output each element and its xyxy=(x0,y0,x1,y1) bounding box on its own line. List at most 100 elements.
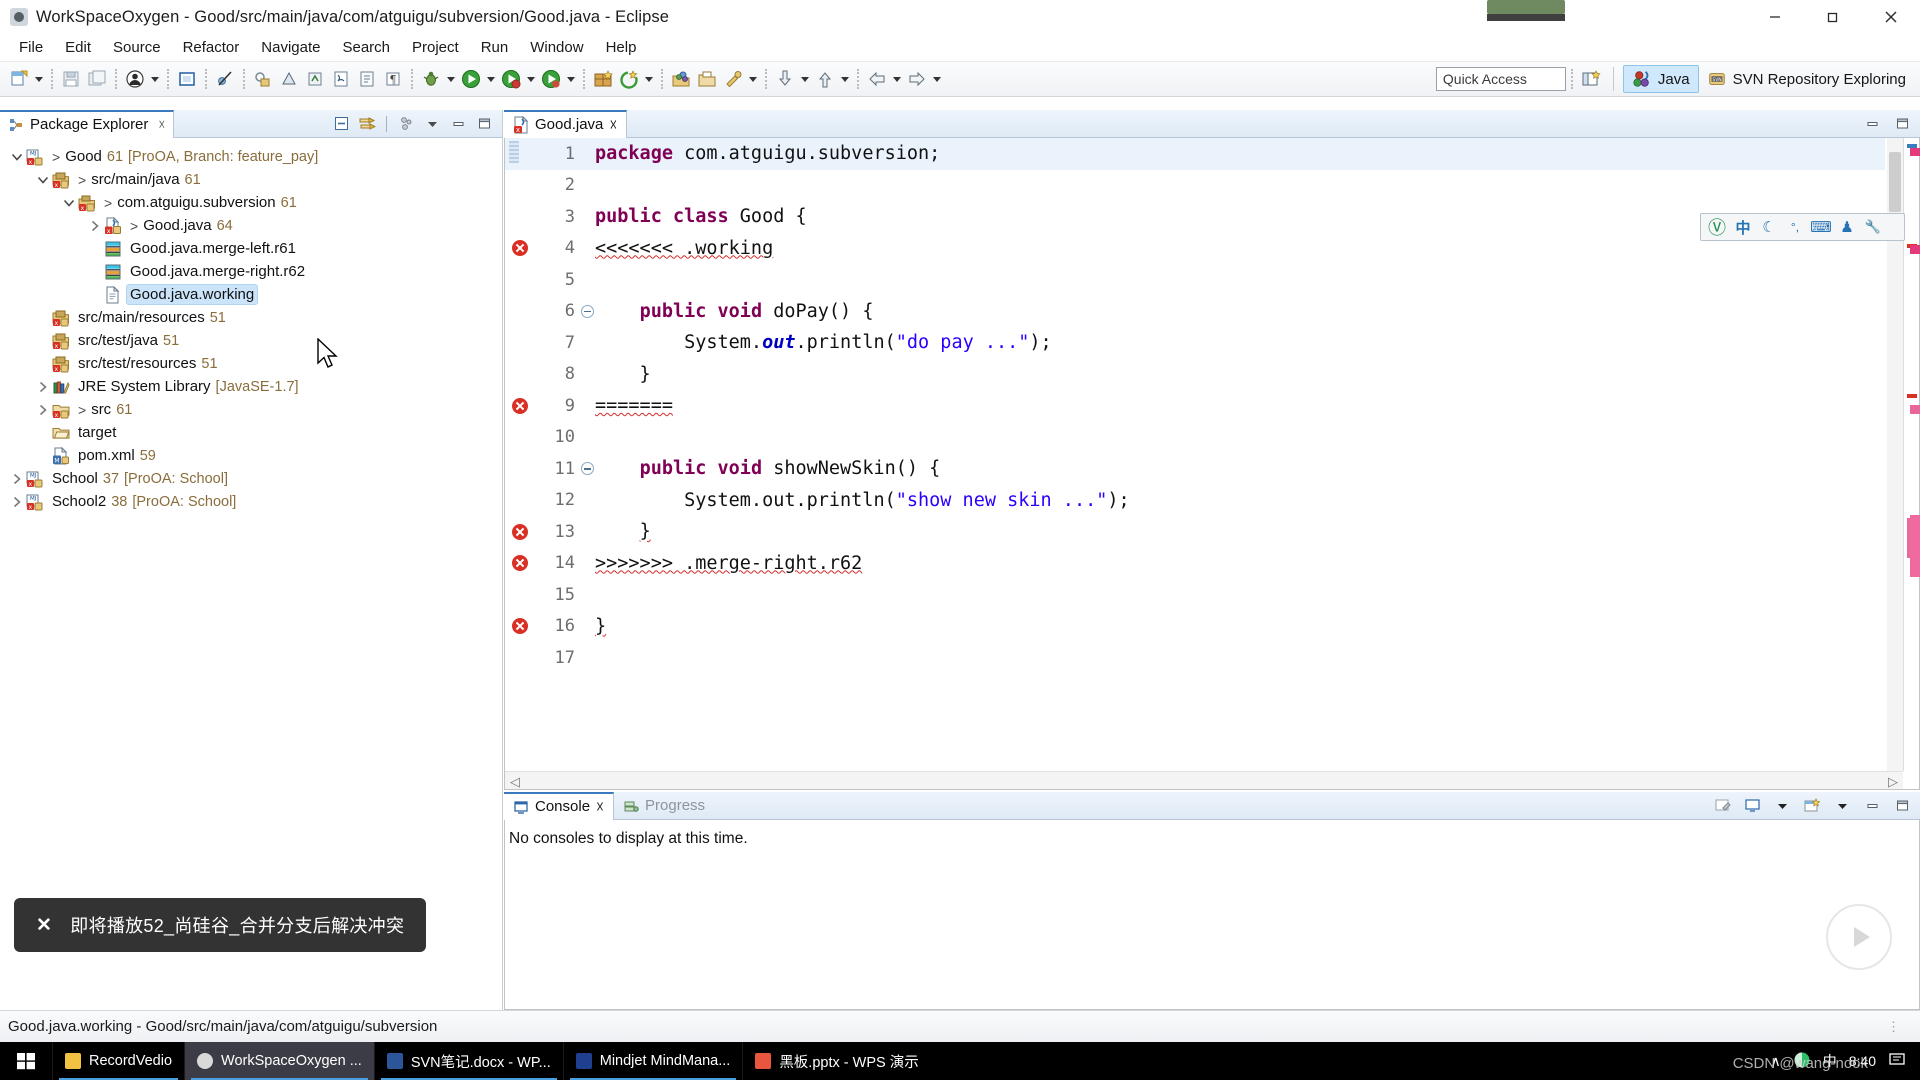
chevron-right-icon[interactable] xyxy=(36,403,50,417)
perspective-svn-repository-exploring[interactable]: SVN SVN Repository Exploring xyxy=(1699,66,1914,92)
chevron-right-icon[interactable] xyxy=(88,219,102,233)
overview-ruler[interactable] xyxy=(1903,138,1919,771)
chevron-down-icon[interactable] xyxy=(10,150,24,164)
tree-item[interactable]: M J x > Good 61 [ProOA, Branch: feature_pay… xyxy=(0,145,502,168)
taskbar-item-workspaceoxygen[interactable]: WorkSpaceOxygen ... xyxy=(184,1042,374,1080)
minimize-icon[interactable] xyxy=(448,114,468,134)
chevron-down-icon[interactable] xyxy=(1772,796,1792,816)
tree-item[interactable]: target xyxy=(0,421,502,444)
code-line[interactable] xyxy=(595,642,1885,674)
chinese-mode-icon[interactable]: 中 xyxy=(1732,216,1754,238)
code-line[interactable]: public void doPay() { xyxy=(595,296,1885,328)
maximize-button[interactable] xyxy=(1804,0,1862,34)
console-body[interactable]: No consoles to display at this time. xyxy=(504,820,1920,1010)
user-icon[interactable]: ♟ xyxy=(1836,216,1858,238)
open-resource-icon[interactable] xyxy=(694,66,720,92)
code-line[interactable] xyxy=(595,170,1885,202)
editor-horizontal-scrollbar[interactable]: ◁ ▷ xyxy=(505,771,1903,789)
tree-item[interactable]: Good.java.working xyxy=(0,283,502,306)
external-tools-dropdown-icon[interactable] xyxy=(564,66,578,92)
mark-occurrences-icon[interactable] xyxy=(174,66,200,92)
tree-item[interactable]: Good.java.merge-left.r61 xyxy=(0,237,502,260)
code-line[interactable]: ======= xyxy=(595,390,1885,422)
menu-source[interactable]: Source xyxy=(102,36,172,59)
project-tree[interactable]: M J x > Good 61 [ProOA, Branch: feature_pay… xyxy=(0,138,502,513)
previous-annotation-dropdown-icon[interactable] xyxy=(838,66,852,92)
scrollbar-thumb[interactable] xyxy=(1889,152,1901,212)
settings-wrench-icon[interactable]: 🔧 xyxy=(1862,216,1884,238)
debug-dropdown-icon[interactable] xyxy=(444,66,458,92)
menu-project[interactable]: Project xyxy=(401,36,470,59)
tab-progress[interactable]: Progress xyxy=(614,792,714,820)
code-line[interactable]: public void showNewSkin() { xyxy=(595,453,1885,485)
open-type-icon[interactable] xyxy=(668,66,694,92)
menu-run[interactable]: Run xyxy=(470,36,520,59)
minimize-button[interactable] xyxy=(1746,0,1804,34)
coverage-dropdown-icon[interactable] xyxy=(524,66,538,92)
package-icon[interactable] xyxy=(250,66,276,92)
maximize-icon[interactable] xyxy=(474,114,494,134)
external-tools-icon[interactable] xyxy=(538,66,564,92)
chevron-down-icon[interactable] xyxy=(36,173,50,187)
search-dropdown-icon[interactable] xyxy=(746,66,760,92)
class-icon[interactable] xyxy=(276,66,302,92)
taskbar-item-mindjet-mindmanager[interactable]: Mindjet MindMana... xyxy=(562,1042,743,1080)
taskbar-item-recordvedio[interactable]: RecordVedio xyxy=(52,1042,184,1080)
code-line[interactable]: } xyxy=(595,611,1885,643)
close-icon[interactable]: ☓ xyxy=(596,798,604,816)
menu-window[interactable]: Window xyxy=(519,36,594,59)
tree-item[interactable]: M pom.xml 59 xyxy=(0,444,502,467)
collapse-all-icon[interactable] xyxy=(331,114,351,134)
tab-good-java[interactable]: x Good.java ☓ xyxy=(504,109,628,138)
fold-toggle[interactable] xyxy=(579,453,595,485)
menu-navigate[interactable]: Navigate xyxy=(250,36,331,59)
code-line[interactable] xyxy=(595,264,1885,296)
chevron-down-icon[interactable] xyxy=(62,196,76,210)
error-marker[interactable] xyxy=(505,233,535,265)
code-line[interactable]: public class Good { xyxy=(595,201,1885,233)
tree-item[interactable]: x src/test/java 51 xyxy=(0,329,502,352)
folding-ruler[interactable] xyxy=(579,138,595,771)
ime-indicator-label[interactable]: 中 xyxy=(1823,1051,1837,1071)
soft-keyboard-icon[interactable]: ⌨ xyxy=(1810,216,1832,238)
perspective-java[interactable]: Java xyxy=(1622,65,1699,93)
minimize-icon[interactable] xyxy=(1862,796,1882,816)
coverage-icon[interactable] xyxy=(498,66,524,92)
next-annotation-dropdown-icon[interactable] xyxy=(798,66,812,92)
chevron-right-icon[interactable] xyxy=(10,495,24,509)
tree-item[interactable]: M J x School2 38 [ProOA: School] xyxy=(0,490,502,513)
code-line[interactable]: System.out.println("show new skin ..."); xyxy=(595,485,1885,517)
tree-item[interactable]: x > com.atguigu.subversion 61 xyxy=(0,191,502,214)
code-line[interactable] xyxy=(595,579,1885,611)
open-perspective-icon[interactable] xyxy=(1578,66,1604,92)
notification-icon[interactable] xyxy=(1888,1051,1906,1072)
sogou-logo-icon[interactable]: Ⓥ xyxy=(1706,216,1728,238)
save-icon[interactable] xyxy=(58,66,84,92)
forward-arrow-icon[interactable] xyxy=(904,66,930,92)
next-annotation-icon[interactable] xyxy=(772,66,798,92)
person-icon[interactable] xyxy=(122,66,148,92)
play-overlay-icon[interactable] xyxy=(1826,904,1892,970)
annotation-icon[interactable] xyxy=(590,66,616,92)
close-icon[interactable]: ☓ xyxy=(158,117,165,133)
taskbar-item-svn-notes-docx[interactable]: SVN笔记.docx - WP... xyxy=(373,1042,563,1080)
menu-file[interactable]: File xyxy=(8,36,54,59)
paragraph-icon[interactable]: ¶ xyxy=(380,66,406,92)
code-line[interactable]: <<<<<<< .working xyxy=(595,233,1885,265)
close-button[interactable] xyxy=(1862,0,1920,34)
tree-item[interactable]: x > src/main/java 61 xyxy=(0,168,502,191)
error-marker[interactable] xyxy=(505,548,535,580)
tab-package-explorer[interactable]: Package Explorer ☓ xyxy=(0,109,175,138)
moon-icon[interactable]: ☾ xyxy=(1758,216,1780,238)
scrapbook-icon[interactable] xyxy=(328,66,354,92)
ime-floating-toolbar[interactable]: Ⓥ 中 ☾ °, ⌨ ♟ 🔧 xyxy=(1700,213,1905,241)
person-dropdown-icon[interactable] xyxy=(148,66,162,92)
annotation-ruler[interactable] xyxy=(505,138,535,771)
fold-toggle[interactable] xyxy=(579,296,595,328)
code-line[interactable]: } xyxy=(595,516,1885,548)
maximize-icon[interactable] xyxy=(1892,114,1912,134)
back-dropdown-icon[interactable] xyxy=(890,66,904,92)
package2-dropdown-icon[interactable] xyxy=(642,66,656,92)
run-icon[interactable] xyxy=(458,66,484,92)
chevron-right-icon[interactable] xyxy=(36,380,50,394)
